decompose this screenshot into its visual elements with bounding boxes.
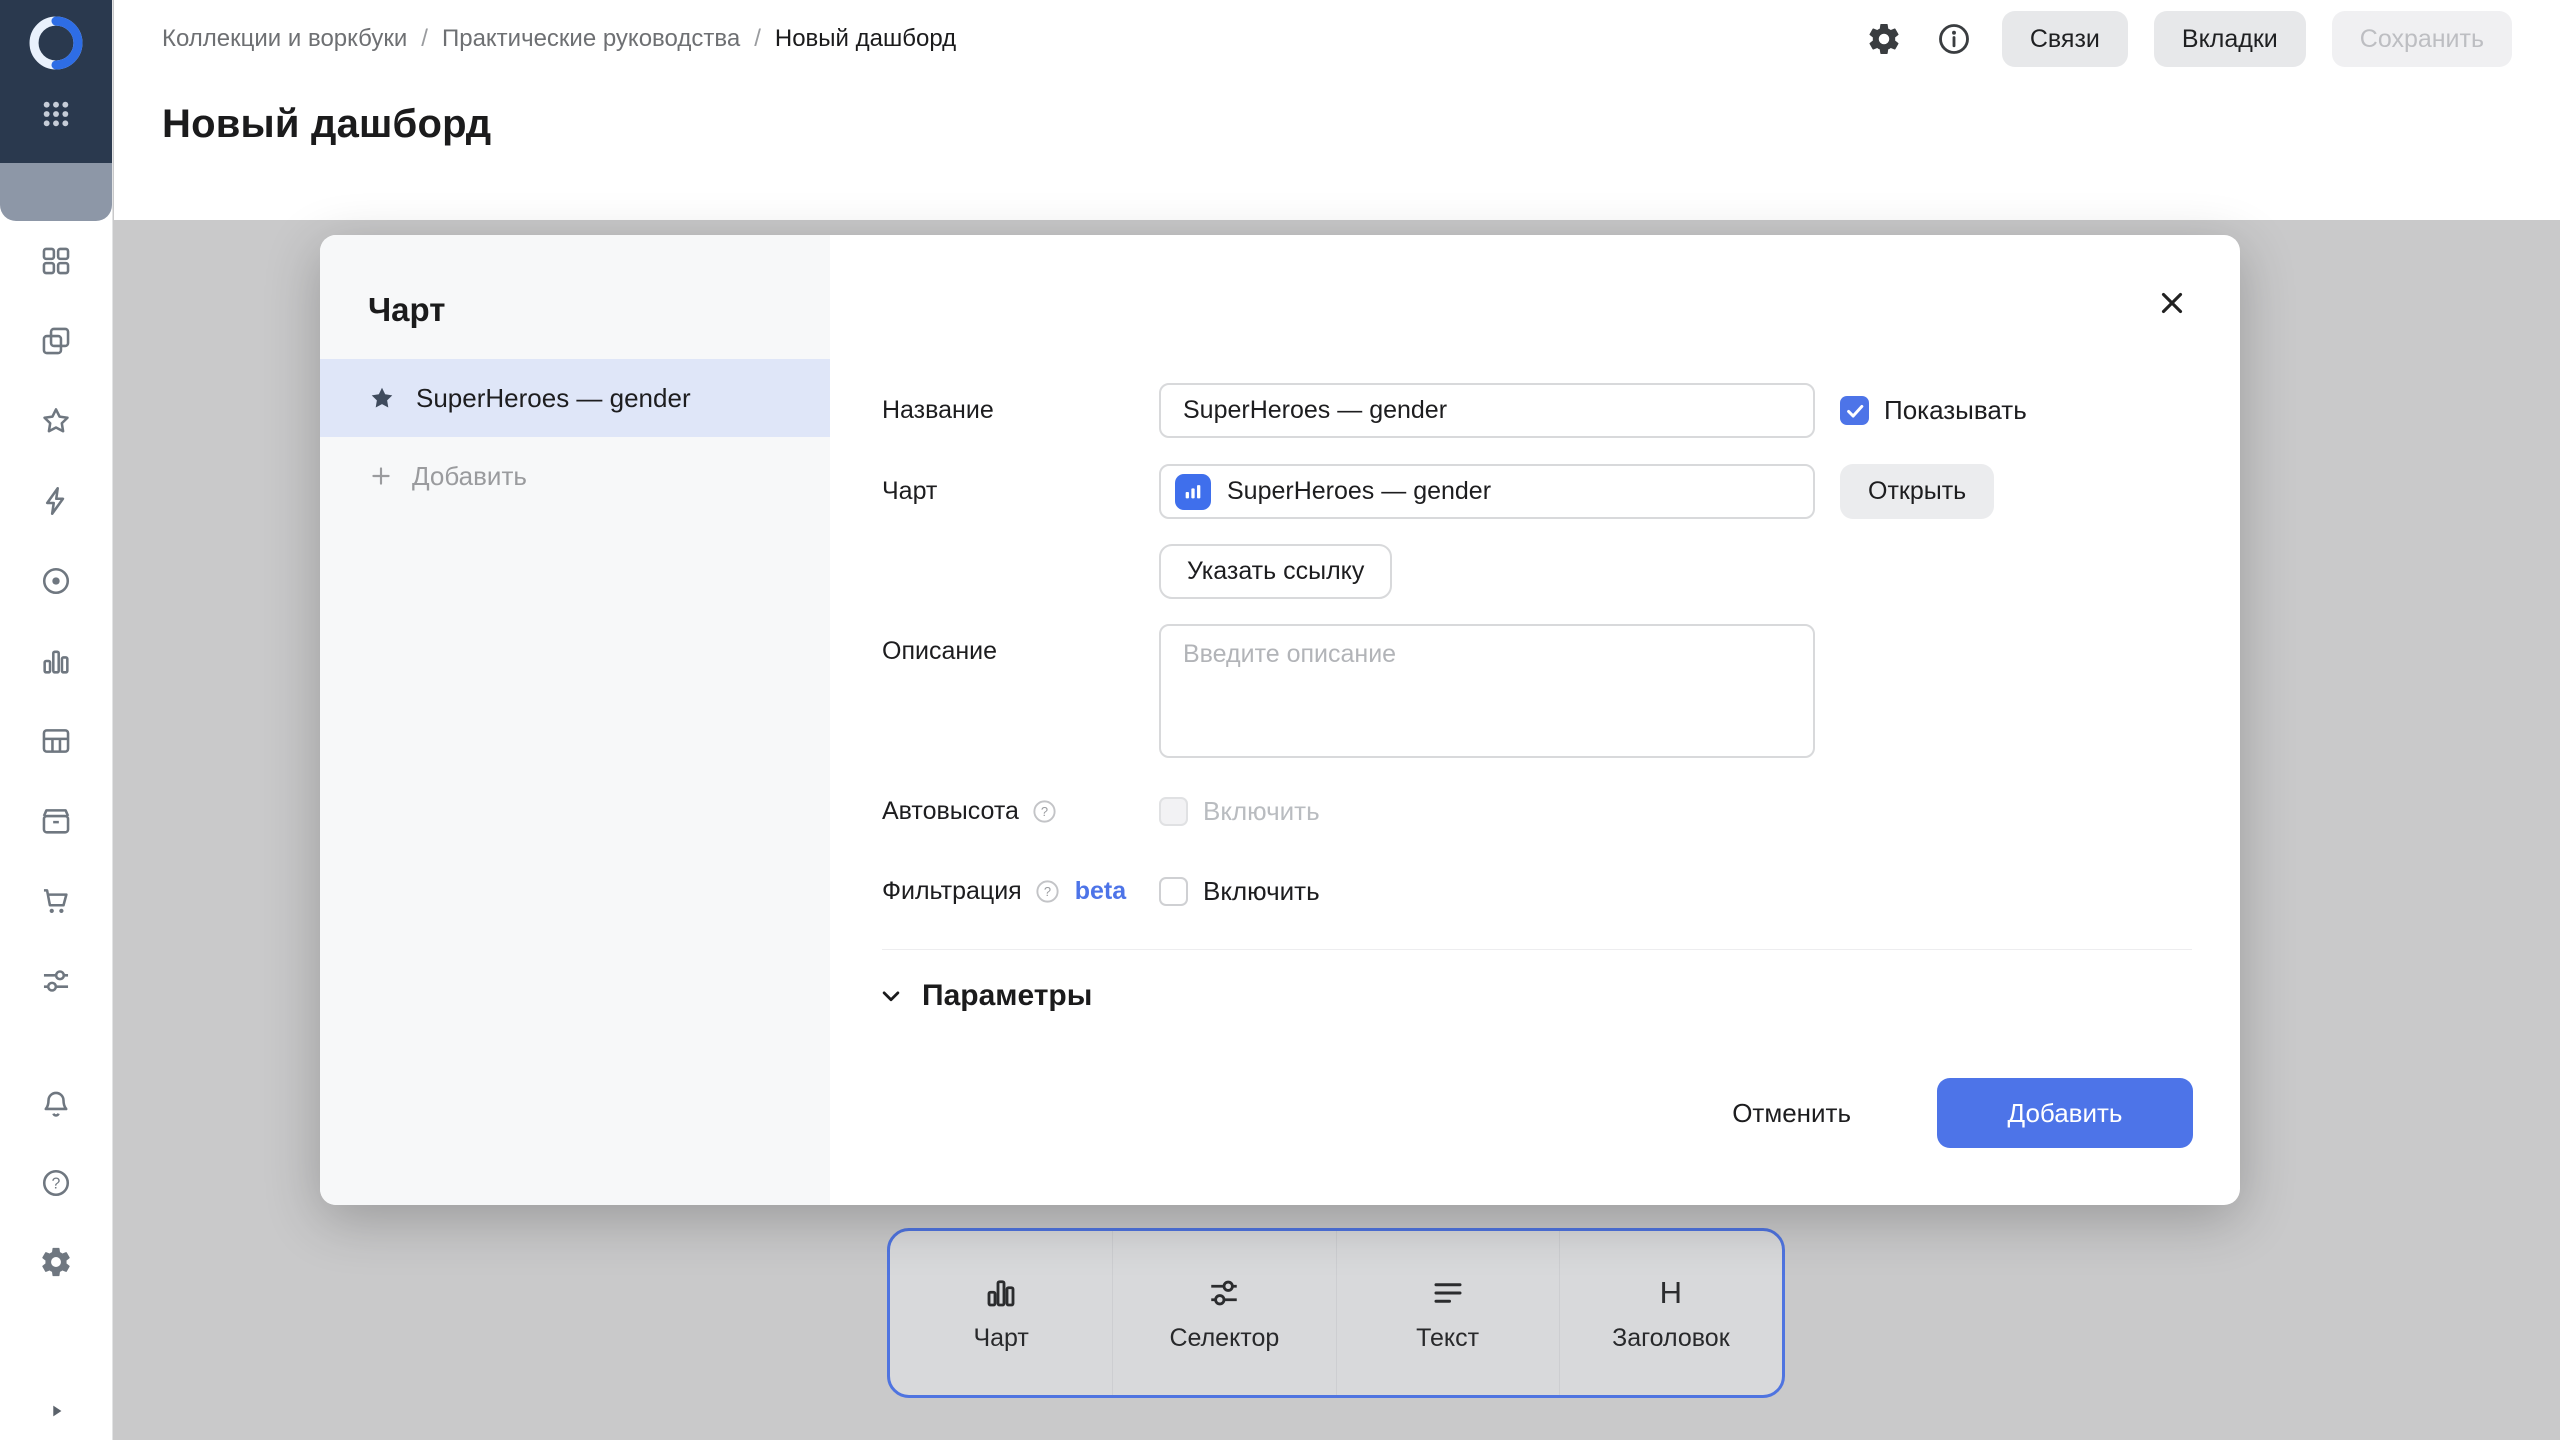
chart-select-value: SuperHeroes — gender: [1227, 477, 1491, 506]
tabs-button[interactable]: Вкладки: [2154, 11, 2306, 67]
breadcrumb: Коллекции и воркбуки / Практические руко…: [162, 25, 956, 53]
favorites-icon[interactable]: [39, 404, 73, 438]
widget-toolbar: Чарт Селектор Текст H Заголовок: [887, 1228, 1785, 1398]
toolbar-item-chart[interactable]: Чарт: [890, 1231, 1112, 1395]
help-icon[interactable]: ?: [39, 1166, 73, 1200]
collections-icon[interactable]: [39, 324, 73, 358]
editor-icon[interactable]: [39, 484, 73, 518]
close-icon[interactable]: [2150, 281, 2194, 325]
dialog-form: Название Показывать Чарт SuperHeroes — g…: [830, 235, 2240, 1205]
toolbar-item-selector[interactable]: Селектор: [1112, 1231, 1335, 1395]
description-textarea[interactable]: [1159, 624, 1815, 758]
add-button[interactable]: Добавить: [1937, 1078, 2193, 1148]
chevron-down-icon: [876, 981, 906, 1011]
topbar: Коллекции и воркбуки / Практические руко…: [114, 0, 2560, 220]
chart-icon: [983, 1273, 1019, 1311]
monitoring-icon[interactable]: [39, 564, 73, 598]
chart-list-item[interactable]: SuperHeroes — gender: [320, 359, 830, 437]
toolbar-item-label: Заголовок: [1612, 1324, 1730, 1353]
connections-icon[interactable]: [39, 804, 73, 838]
svg-text:?: ?: [1041, 804, 1048, 819]
autoheight-label-row: Автовысота ?: [882, 784, 1058, 839]
info-icon[interactable]: [1932, 17, 1976, 61]
help-icon[interactable]: ?: [1034, 878, 1061, 905]
header-row: Коллекции и воркбуки / Практические руко…: [114, 0, 2560, 78]
add-chart-label: Добавить: [412, 461, 527, 492]
name-input[interactable]: [1159, 383, 1815, 438]
dialog-footer: Отменить Добавить: [1702, 1078, 2193, 1148]
autoheight-checkbox-row: Включить: [1159, 784, 1320, 839]
breadcrumb-separator: /: [754, 25, 761, 53]
toolbar-item-label: Чарт: [973, 1324, 1028, 1353]
svg-text:?: ?: [1044, 884, 1051, 899]
sidebar-bottom-nav: ?: [0, 1087, 112, 1279]
logo-block: [0, 0, 112, 163]
params-section-label: Параметры: [922, 979, 1092, 1013]
chart-type-icon: [1175, 474, 1211, 510]
show-checkbox[interactable]: [1840, 396, 1869, 425]
show-checkbox-row[interactable]: Показывать: [1840, 383, 2027, 438]
filtering-label-row: Фильтрация ? beta: [882, 864, 1126, 919]
dialog-panel-title: Чарт: [368, 291, 830, 329]
filtering-checkbox-row[interactable]: Включить: [1159, 864, 1320, 919]
toolbar-item-text[interactable]: Текст: [1336, 1231, 1559, 1395]
description-field-wrap: [1159, 624, 1815, 758]
show-checkbox-label: Показывать: [1884, 395, 2027, 426]
breadcrumb-separator: /: [421, 25, 428, 53]
logo-tail: [0, 163, 112, 221]
toolbar-item-label: Текст: [1416, 1324, 1479, 1353]
save-button: Сохранить: [2332, 11, 2512, 67]
specify-link-button[interactable]: Указать ссылку: [1159, 544, 1392, 599]
cancel-button[interactable]: Отменить: [1702, 1078, 1881, 1148]
notifications-icon[interactable]: [39, 1087, 73, 1121]
dashboards-icon[interactable]: [39, 244, 73, 278]
star-icon: [368, 384, 396, 412]
header-actions: Связи Вкладки Сохранить: [1862, 11, 2512, 67]
breadcrumb-collections[interactable]: Коллекции и воркбуки: [162, 25, 407, 53]
breadcrumb-workbook[interactable]: Практические руководства: [442, 25, 740, 53]
name-label: Название: [882, 383, 994, 438]
chart-label: Чарт: [882, 464, 937, 519]
text-icon: [1430, 1273, 1466, 1311]
description-label: Описание: [882, 624, 997, 679]
chart-list-item-label: SuperHeroes — gender: [416, 383, 691, 414]
chart-field-wrap: SuperHeroes — gender: [1159, 464, 1815, 519]
toolbar-item-label: Селектор: [1169, 1324, 1279, 1353]
heading-icon: H: [1660, 1273, 1682, 1311]
filtering-checkbox-label: Включить: [1203, 876, 1320, 907]
filtering-checkbox[interactable]: [1159, 877, 1188, 906]
sidebar-nav: [0, 244, 112, 998]
add-chart-button[interactable]: Добавить: [320, 437, 830, 515]
toolbar-item-heading[interactable]: H Заголовок: [1559, 1231, 1782, 1395]
params-section-toggle[interactable]: Параметры: [876, 970, 1092, 1022]
page-title: Новый дашборд: [162, 102, 2560, 147]
svg-text:?: ?: [52, 1176, 61, 1193]
dialog-left-panel: Чарт SuperHeroes — gender Добавить: [320, 235, 830, 1205]
links-button[interactable]: Связи: [2002, 11, 2128, 67]
app-switcher-icon[interactable]: [40, 98, 72, 130]
settings-icon[interactable]: [39, 1245, 73, 1279]
autoheight-checkbox-label: Включить: [1203, 796, 1320, 827]
help-icon[interactable]: ?: [1031, 798, 1058, 825]
autoheight-checkbox: [1159, 797, 1188, 826]
charts-icon[interactable]: [39, 644, 73, 678]
open-chart-button[interactable]: Открыть: [1840, 464, 1994, 519]
plus-icon: [368, 463, 394, 489]
datalens-logo[interactable]: [25, 12, 87, 74]
breadcrumb-current: Новый дашборд: [775, 25, 956, 53]
sidebar: ?: [0, 0, 113, 1440]
services-icon[interactable]: [39, 964, 73, 998]
beta-badge: beta: [1075, 877, 1126, 906]
add-chart-dialog: Чарт SuperHeroes — gender Добавить Назва…: [320, 235, 2240, 1205]
marketplace-icon[interactable]: [39, 884, 73, 918]
settings-icon[interactable]: [1862, 17, 1906, 61]
name-field-wrap: [1159, 383, 1815, 438]
check-icon: [1844, 400, 1866, 422]
section-divider: [882, 949, 2192, 950]
collapse-icon[interactable]: [0, 1398, 112, 1424]
datasets-icon[interactable]: [39, 724, 73, 758]
chart-select[interactable]: SuperHeroes — gender: [1159, 464, 1815, 519]
datalens-logo-icon: [25, 12, 87, 74]
selector-icon: [1206, 1273, 1242, 1311]
